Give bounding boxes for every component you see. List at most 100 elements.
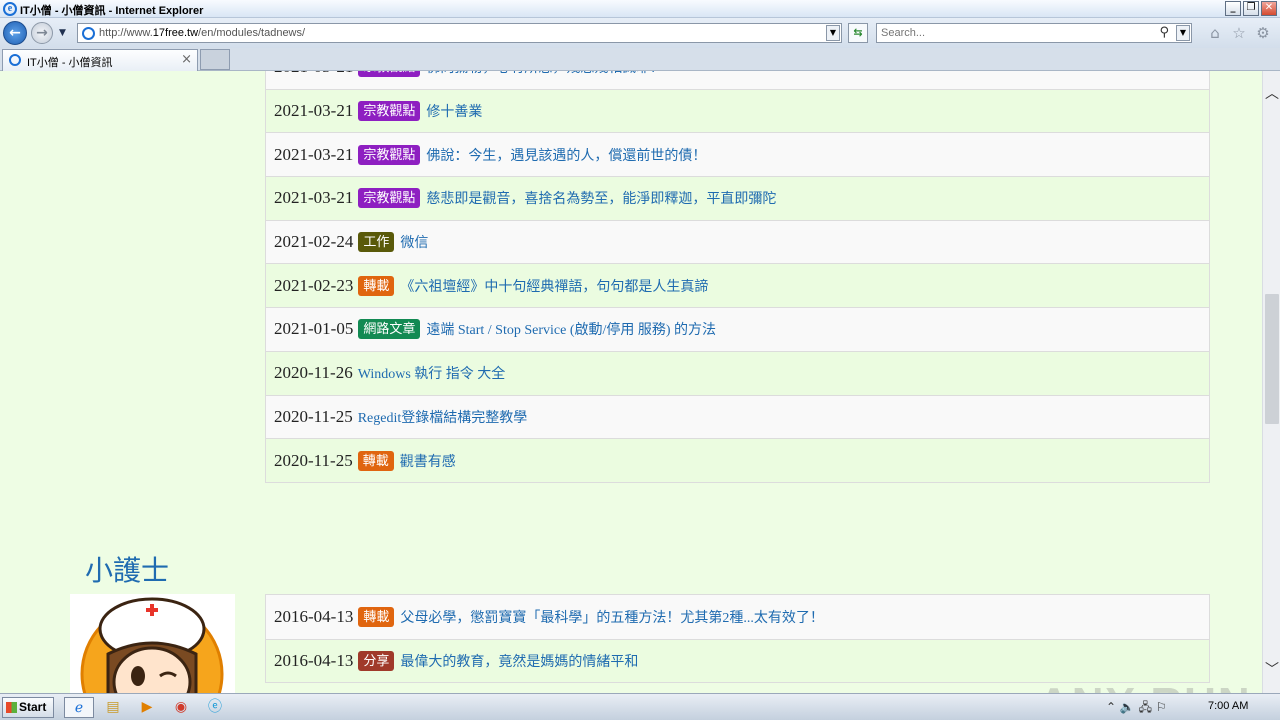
settings-gear-icon[interactable]: ⚙	[1254, 24, 1272, 42]
taskbar-chrome-icon[interactable]: ◉	[166, 697, 196, 718]
vertical-scrollbar[interactable]: ︿ ﹀	[1262, 71, 1280, 693]
scroll-thumb[interactable]	[1265, 294, 1279, 424]
clock: 7:00 AM	[1208, 700, 1249, 712]
taskbar-media-player-icon[interactable]: ▶	[132, 697, 162, 718]
news-row: 2016-04-13 轉載 父母必學，懲罰寶寶「最科學」的五種方法！尤其第2種...…	[266, 595, 1209, 639]
news-title-link[interactable]: Windows 執行 指令 大全	[358, 363, 506, 383]
news-row: 2021-03-21 宗教觀點 慈悲即是觀音，喜捨名為勢至，能淨即釋迦，平直即彌陀	[266, 176, 1209, 220]
start-button[interactable]: Start	[2, 697, 54, 718]
category-badge[interactable]: 宗教觀點	[358, 101, 421, 122]
network-icon[interactable]: 🖧	[1139, 700, 1152, 714]
close-window-button[interactable]: ✕	[1261, 1, 1277, 16]
category-badge[interactable]: 轉載	[358, 606, 395, 627]
news-title-link[interactable]: 微信	[400, 232, 428, 252]
category-badge[interactable]: 宗教觀點	[358, 71, 421, 78]
news-date: 2021-03-21	[274, 71, 353, 77]
taskbar-explorer-icon[interactable]: ▤	[98, 697, 128, 718]
volume-icon[interactable]: 🔈	[1120, 700, 1135, 714]
nurse-avatar-image	[70, 594, 235, 693]
back-button[interactable]: ←	[3, 21, 27, 45]
news-title-link[interactable]: 慈悲即是觀音，喜捨名為勢至，能淨即釋迦，平直即彌陀	[426, 188, 776, 208]
news-date: 2020-11-26	[274, 363, 353, 383]
favorites-star-icon[interactable]: ☆	[1230, 24, 1248, 42]
taskbar-ie-icon[interactable]: ℯ	[64, 697, 94, 718]
scroll-down-icon[interactable]: ﹀	[1265, 659, 1279, 679]
news-title-link[interactable]: 《六祖壇經》中十句經典禪語，句句都是人生真諦	[400, 276, 708, 296]
window-title: IT小僧 - 小僧資訊 - Internet Explorer	[20, 5, 204, 17]
search-icon[interactable]: ⚲	[1159, 25, 1169, 40]
news-date: 2020-11-25	[274, 406, 353, 426]
action-center-flag-icon[interactable]: ⚐	[1156, 700, 1167, 714]
news-title-link[interactable]: 觀書有感	[400, 451, 456, 471]
section2-list: 2016-04-13 轉載 父母必學，懲罰寶寶「最科學」的五種方法！尤其第2種...…	[265, 594, 1210, 684]
news-date: 2021-03-21	[274, 188, 354, 208]
forward-button[interactable]: →	[31, 22, 53, 44]
news-title-link[interactable]: 佛說：今生，遇見該遇的人，償還前世的債！	[426, 145, 706, 165]
url-domain: 17free.tw	[152, 27, 199, 39]
page-icon	[82, 27, 95, 40]
url-prefix: http://www.	[99, 27, 153, 39]
ie-logo-icon: e	[3, 2, 17, 16]
section-heading: 小護士	[85, 556, 170, 587]
search-box[interactable]: ⚲ ▼	[876, 23, 1192, 43]
news-date: 2021-03-21	[274, 101, 354, 121]
news-title-link[interactable]: 父母必學，懲罰寶寶「最科學」的五種方法！尤其第2種...太有效了！	[400, 607, 824, 627]
address-dropdown-icon[interactable]: ▼	[826, 25, 840, 41]
recent-pages-dropdown-icon[interactable]: ▼	[59, 28, 66, 38]
new-tab-button[interactable]	[200, 49, 230, 70]
taskbar: Start ℯ ▤ ▶ ◉ ⓔ ⌃ 🔈 🖧 ⚐ 7:00 AM	[0, 693, 1280, 720]
tab-current[interactable]: IT小僧 - 小僧資訊 ×	[2, 49, 198, 71]
category-badge[interactable]: 分享	[358, 651, 395, 672]
category-badge[interactable]: 工作	[358, 232, 395, 253]
category-badge[interactable]: 宗教觀點	[358, 144, 421, 165]
refresh-button[interactable]: ⇆	[848, 23, 868, 43]
page-viewport: 2021-03-21宗教觀點佛問彌勒，心有所念，幾念幾相識耶?2021-03-2…	[0, 71, 1262, 693]
news-row: 2020-11-26 Windows 執行 指令 大全	[266, 350, 1209, 395]
restore-button[interactable]: ❐	[1243, 1, 1259, 16]
tab-page-icon	[9, 54, 21, 66]
news-row: 2021-02-23 轉載 《六祖壇經》中十句經典禪語，句句都是人生真諦	[266, 263, 1209, 308]
news-list: 2021-03-21宗教觀點佛問彌勒，心有所念，幾念幾相識耶?2021-03-2…	[265, 71, 1210, 483]
taskbar-edge-icon[interactable]: ⓔ	[200, 697, 230, 718]
news-title-link[interactable]: 修十善業	[426, 101, 482, 121]
news-date: 2021-03-21	[274, 144, 354, 164]
tab-label: IT小僧 - 小僧資訊	[27, 57, 113, 69]
windows-logo-icon	[6, 702, 17, 713]
news-date: 2021-02-23	[274, 275, 354, 295]
news-row: 2020-11-25 Regedit登錄檔結構完整教學	[266, 394, 1209, 439]
system-tray: ⌃ 🔈 🖧 ⚐	[1106, 697, 1202, 718]
category-badge[interactable]: 網路文章	[358, 319, 421, 340]
news-date: 2016-04-13	[274, 606, 354, 626]
scroll-up-icon[interactable]: ︿	[1265, 83, 1279, 103]
news-row: 2020-11-25 轉載 觀書有感	[266, 438, 1209, 482]
tab-bar: IT小僧 - 小僧資訊 ×	[0, 48, 1280, 71]
search-input[interactable]	[881, 26, 1151, 40]
close-tab-icon[interactable]: ×	[181, 52, 192, 67]
url-path: /en/modules/tadnews/	[198, 27, 306, 39]
news-row: 2021-01-05 網路文章 遠端 Start / Stop Service (啟…	[266, 307, 1209, 351]
navigation-toolbar: ← → ▼ http://www.17free.tw/en/modules/ta…	[0, 18, 1280, 48]
category-badge[interactable]: 轉載	[358, 275, 395, 296]
news-date: 2021-01-05	[274, 319, 354, 339]
news-row: 2021-03-21 宗教觀點佛問彌勒，心有所念，幾念幾相識耶?	[266, 71, 1209, 89]
window-titlebar: e IT小僧 - 小僧資訊 - Internet Explorer _ ❐ ✕	[0, 0, 1280, 18]
minimize-button[interactable]: _	[1225, 1, 1241, 16]
search-dropdown-icon[interactable]: ▼	[1176, 25, 1190, 41]
start-label: Start	[19, 700, 47, 714]
news-title-link[interactable]: Regedit登錄檔結構完整教學	[358, 407, 528, 427]
news-row: 2021-03-21 宗教觀點 佛說：今生，遇見該遇的人，償還前世的債！	[266, 132, 1209, 177]
tray-expand-icon[interactable]: ⌃	[1106, 700, 1116, 714]
news-date: 2020-11-25	[274, 450, 353, 470]
address-url[interactable]: http://www.17free.tw/en/modules/tadnews/	[99, 27, 305, 39]
category-badge[interactable]: 轉載	[357, 450, 394, 471]
news-title-link[interactable]: 遠端 Start / Stop Service (啟動/停用 服務) 的方法	[426, 319, 716, 339]
category-badge[interactable]: 宗教觀點	[358, 188, 421, 209]
news-title-link[interactable]: 佛問彌勒，心有所念，幾念幾相識耶?	[426, 71, 656, 77]
news-row: 2021-03-21 宗教觀點 修十善業	[266, 88, 1209, 133]
home-icon[interactable]: ⌂	[1206, 24, 1224, 42]
news-date: 2016-04-13	[274, 651, 354, 671]
watermark-logo: ANY RUN	[1038, 679, 1252, 693]
address-bar[interactable]: http://www.17free.tw/en/modules/tadnews/…	[77, 23, 842, 43]
news-title-link[interactable]: 最偉大的教育，竟然是媽媽的情緒平和	[400, 651, 638, 671]
news-row: 2016-04-13 分享 最偉大的教育，竟然是媽媽的情緒平和	[266, 638, 1209, 683]
